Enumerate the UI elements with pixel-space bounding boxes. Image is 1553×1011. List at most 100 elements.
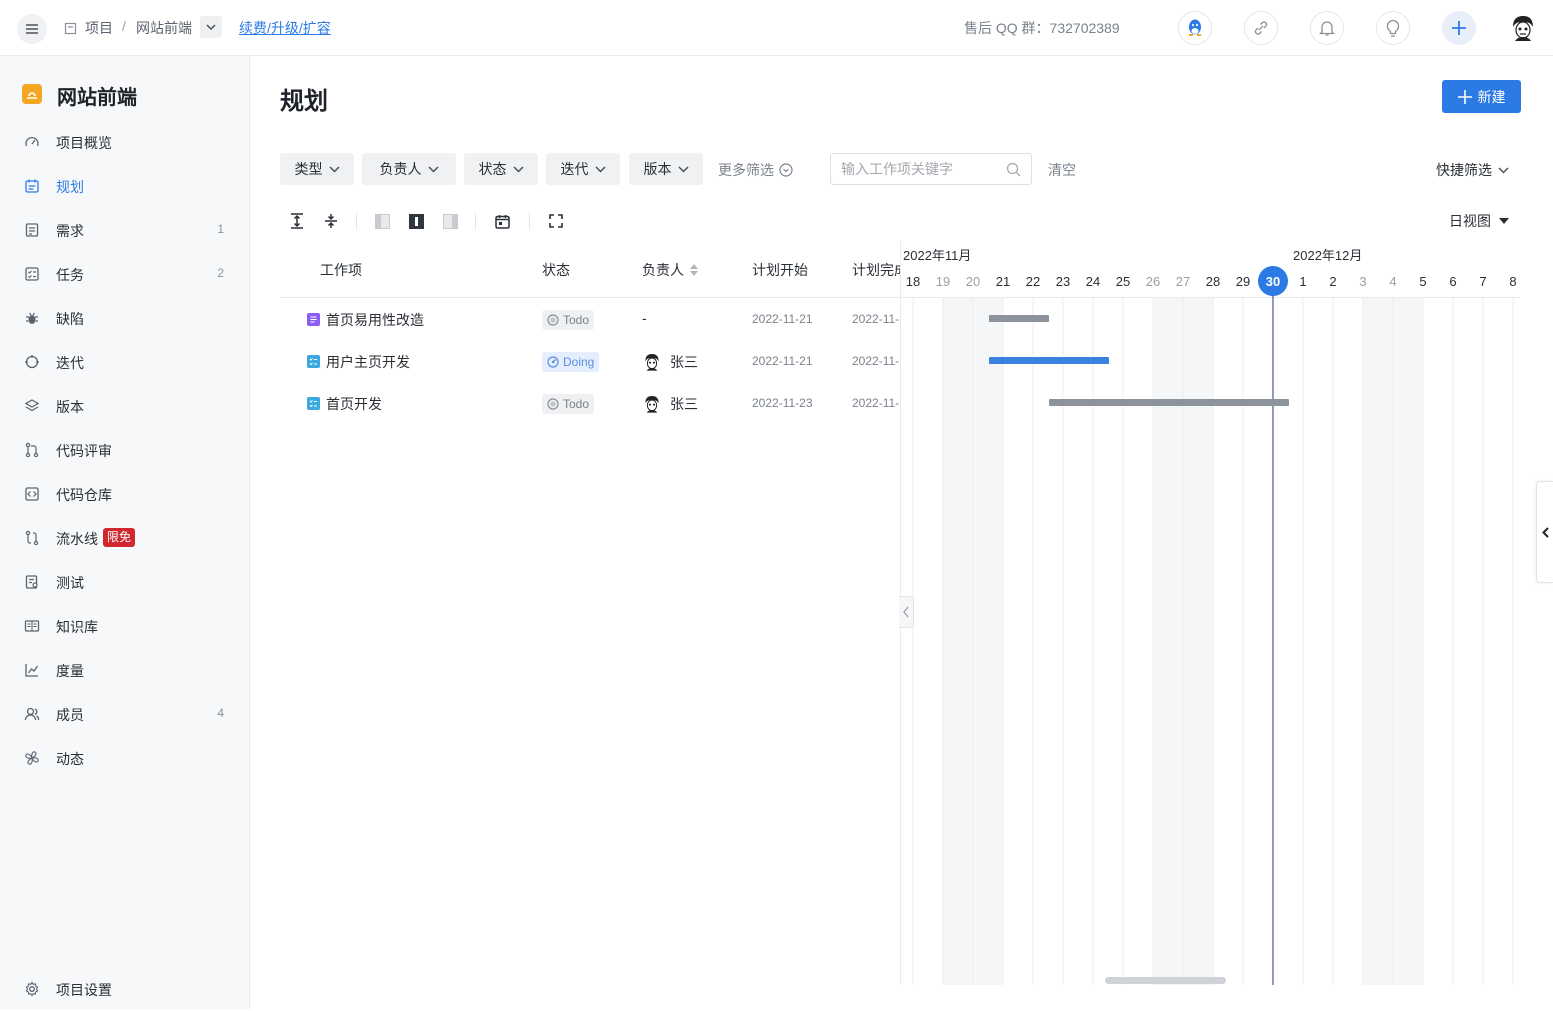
owner-name: 张三 (670, 396, 698, 412)
column-header-work-item: 工作项 (320, 262, 362, 278)
gantt-day-label: 20 (966, 274, 980, 289)
filter-type[interactable]: 类型 (280, 153, 354, 185)
sidebar-item-wiki[interactable]: 知识库 (0, 604, 249, 648)
column-header-owner[interactable]: 负责人 (642, 260, 698, 280)
status-badge[interactable]: Doing (542, 352, 600, 372)
sidebar-item-overview[interactable]: 项目概览 (0, 120, 249, 164)
chevron-down-icon (328, 165, 340, 173)
sidebar-item-repository[interactable]: 代码仓库 (0, 472, 249, 516)
global-create-button[interactable] (1442, 11, 1476, 45)
work-item-title[interactable]: 首页易用性改造 (326, 310, 424, 330)
view-mode-label: 日视图 (1449, 213, 1491, 229)
breadcrumb-root[interactable]: 项目 (64, 18, 113, 38)
fullscreen-button[interactable] (547, 212, 565, 230)
clear-filters-button[interactable]: 清空 (1048, 160, 1076, 180)
sidebar-item-testing[interactable]: 测试 (0, 560, 249, 604)
today-button[interactable] (493, 212, 511, 230)
user-avatar[interactable] (1508, 13, 1538, 43)
sidebar-item-label: 知识库 (56, 619, 98, 635)
sidebar-item-tasks[interactable]: 任务 2 (0, 252, 249, 296)
weekend-shade (943, 298, 973, 985)
sidebar-item-iterations[interactable]: 迭代 (0, 340, 249, 384)
sidebar-item-settings[interactable]: 项目设置 (0, 967, 249, 1011)
qq-support-button[interactable] (1178, 11, 1212, 45)
sidebar-item-label: 测试 (56, 575, 84, 591)
search-icon[interactable] (1006, 162, 1021, 177)
view-mode-dropdown[interactable]: 日视图 (1449, 211, 1509, 231)
chart-icon (25, 664, 39, 677)
caret-down-icon (1499, 218, 1509, 224)
gantt-day-label: 1 (1299, 274, 1306, 289)
menu-toggle-button[interactable] (17, 14, 47, 44)
sidebar-item-planning[interactable]: 规划 (0, 164, 249, 208)
gantt-horizontal-scrollbar[interactable] (1105, 977, 1226, 984)
chevron-down-icon (594, 165, 606, 173)
gantt-day-label: 24 (1086, 274, 1100, 289)
sidebar-item-activity[interactable]: 动态 (0, 736, 249, 780)
avatar (642, 394, 662, 414)
integration-button[interactable] (1244, 11, 1278, 45)
column-header-status: 状态 (542, 262, 570, 278)
work-item-title[interactable]: 用户主页开发 (326, 352, 410, 372)
table-row[interactable]: 首页开发 Todo 张三 2022-11-23 2022-11- (280, 382, 900, 424)
owner-cell[interactable]: 张三 (642, 394, 698, 414)
plan-start-date: 2022-11-21 (752, 312, 813, 326)
sidebar-item-pipeline[interactable]: 流水线 限免 (0, 516, 249, 560)
status-label: Todo (563, 313, 590, 327)
filter-iteration[interactable]: 迭代 (546, 153, 620, 185)
expand-all-button[interactable] (288, 212, 306, 230)
plus-icon (1457, 89, 1472, 104)
avatar (642, 352, 662, 372)
plan-end-date: 2022-11- (852, 396, 900, 410)
gear-icon (25, 981, 39, 997)
status-doing-icon (547, 356, 559, 368)
breadcrumb-project[interactable]: 网站前端 (136, 18, 192, 38)
chevron-left-icon (1541, 526, 1549, 538)
notifications-button[interactable] (1310, 11, 1344, 45)
gantt-day-label: 4 (1389, 274, 1396, 289)
collapse-table-button[interactable] (899, 596, 914, 628)
filter-version[interactable]: 版本 (629, 153, 703, 185)
status-badge[interactable]: Todo (542, 310, 595, 330)
gantt-day-label: 27 (1176, 274, 1190, 289)
work-item-title[interactable]: 首页开发 (326, 394, 382, 414)
gantt-day-label: 8 (1509, 274, 1516, 289)
renew-upgrade-link[interactable]: 续费/升级/扩容 (239, 18, 331, 38)
sidebar-item-label: 代码仓库 (56, 487, 112, 503)
owner-cell[interactable]: - (642, 310, 647, 326)
search-input[interactable] (841, 160, 1001, 178)
sidebar-item-requirements[interactable]: 需求 1 (0, 208, 249, 252)
sidebar-item-versions[interactable]: 版本 (0, 384, 249, 428)
side-panel-toggle[interactable] (1536, 481, 1553, 583)
sidebar-item-bugs[interactable]: 缺陷 (0, 296, 249, 340)
gantt-day-label: 30 (1266, 274, 1280, 289)
requirement-type-icon (307, 313, 320, 326)
status-badge[interactable]: Todo (542, 394, 595, 414)
sidebar-item-count: 1 (217, 222, 224, 236)
sidebar-item-members[interactable]: 成员 4 (0, 692, 249, 736)
table-row[interactable]: 首页易用性改造 Todo - 2022-11-21 2022-11- (280, 298, 900, 340)
pipeline-icon (25, 530, 39, 546)
gantt-only-view-button[interactable] (441, 212, 459, 230)
table-only-view-button[interactable] (373, 212, 391, 230)
gantt-chart[interactable]: 2022年11月 2022年12月 18 19 20 21 22 23 24 25 26 27 28 29… (900, 241, 1520, 985)
quick-filter-dropdown[interactable]: 快捷筛选 (1436, 160, 1509, 180)
split-view-button[interactable] (407, 212, 425, 230)
filter-owner[interactable]: 负责人 (362, 153, 456, 185)
table-row[interactable]: 用户主页开发 Doing 张三 2022-11-21 2022-11- (280, 340, 900, 382)
sidebar-item-code-review[interactable]: 代码评审 (0, 428, 249, 472)
collapse-all-button[interactable] (322, 212, 340, 230)
new-item-label: 新建 (1477, 88, 1506, 105)
main-content: 规划 新建 类型 负责人 状态 迭代 版本 更多筛选 清空 快捷筛选 (250, 56, 1553, 1009)
dashboard-icon (25, 136, 39, 147)
page-title: 规划 (280, 88, 328, 115)
gantt-day-label: 21 (996, 274, 1010, 289)
new-item-button[interactable]: 新建 (1442, 80, 1521, 113)
more-filters-button[interactable]: 更多筛选 (718, 160, 793, 180)
tips-button[interactable] (1376, 11, 1410, 45)
project-switcher-button[interactable] (200, 16, 222, 38)
sidebar-item-label: 需求 (56, 223, 84, 239)
sidebar-item-metrics[interactable]: 度量 (0, 648, 249, 692)
owner-cell[interactable]: 张三 (642, 352, 698, 372)
filter-status[interactable]: 状态 (464, 153, 538, 185)
